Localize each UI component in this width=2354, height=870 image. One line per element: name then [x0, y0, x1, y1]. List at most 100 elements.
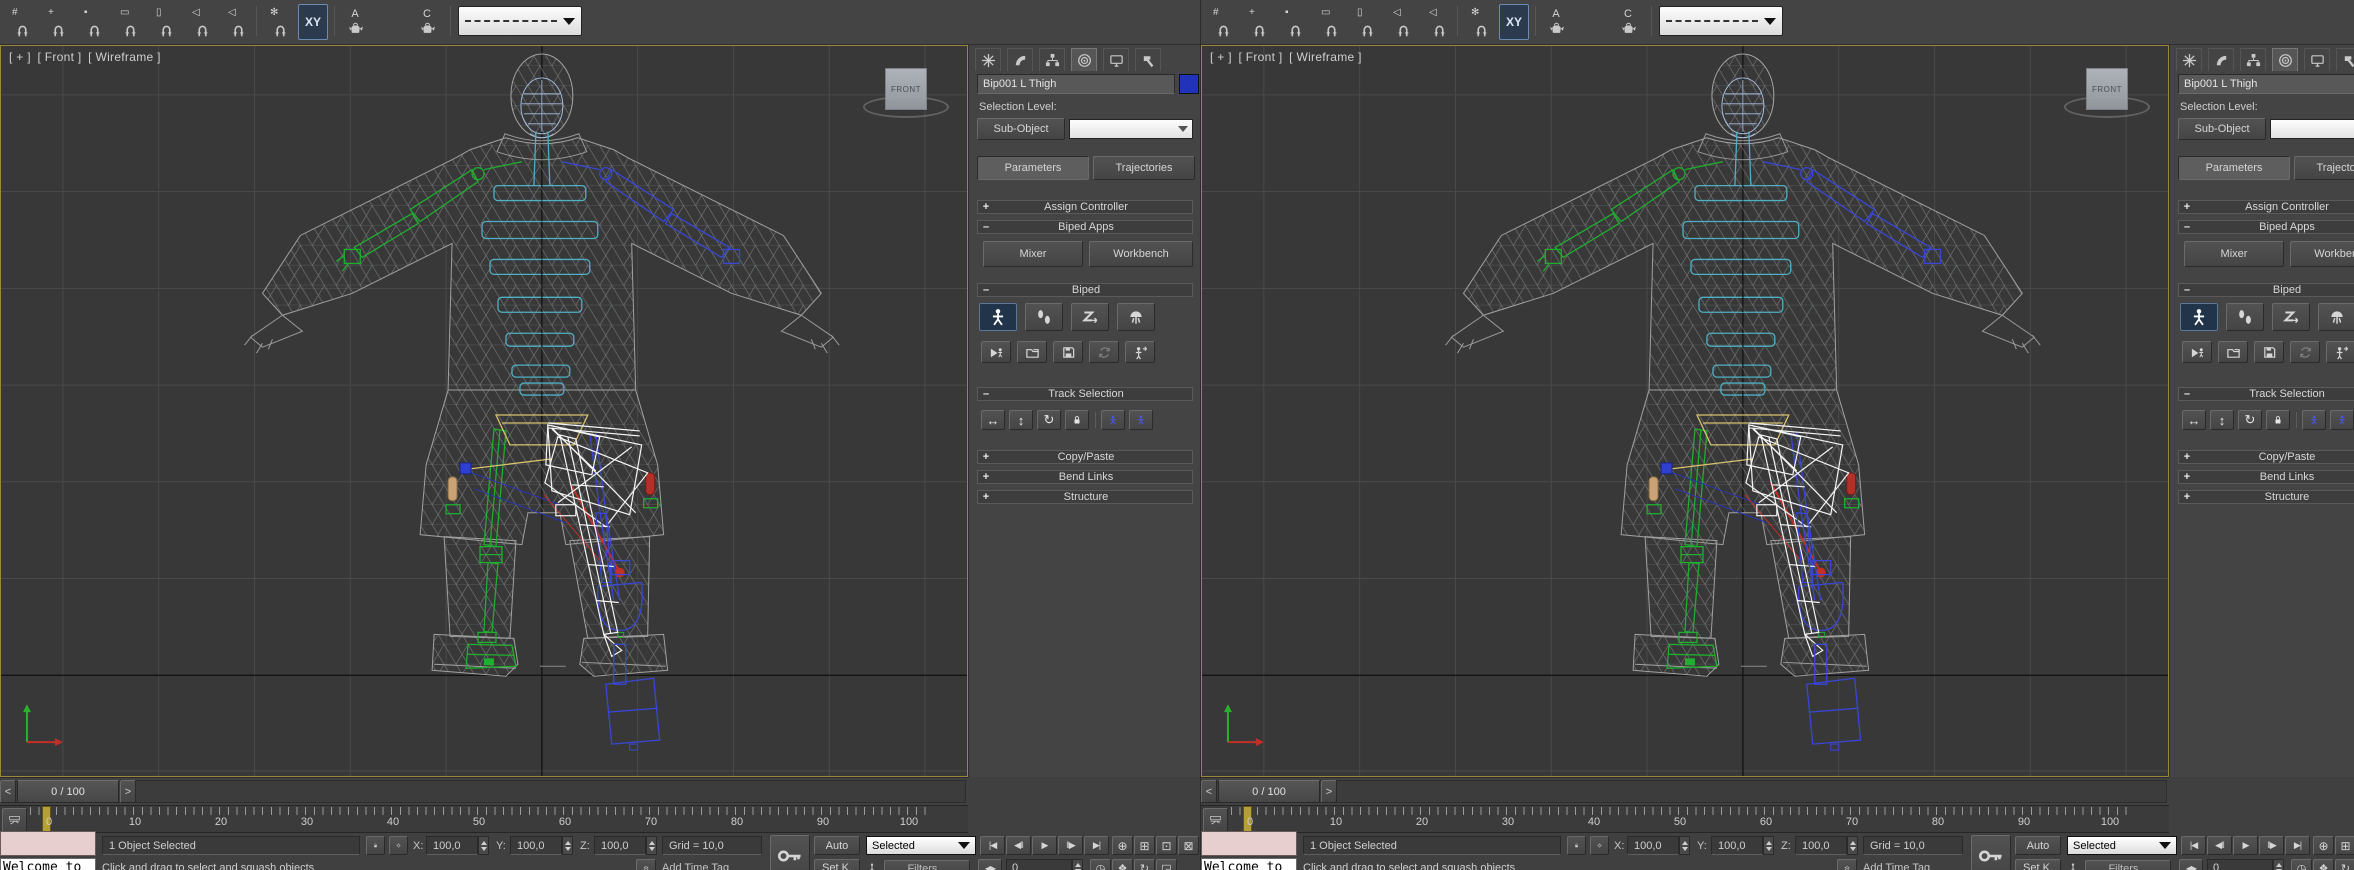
lock-com-keying-button[interactable] — [1065, 410, 1089, 430]
previous-frame-slider-button[interactable]: < — [0, 780, 16, 803]
motion-flow-mode-button[interactable] — [1071, 303, 1109, 331]
key-mode-toggle-button[interactable]: ◀▶ — [978, 859, 1002, 870]
maxscript-listener-output[interactable]: Welcome to — [1201, 858, 1297, 870]
snap-midpoint-button[interactable]: ▯ — [148, 4, 178, 40]
zoom-all-button[interactable]: ⊞ — [1134, 836, 1155, 855]
rollout-track-selection[interactable]: – Track Selection — [2178, 387, 2354, 401]
snap-vertex-button[interactable]: ▪ — [1277, 4, 1307, 40]
x-coordinate-field[interactable]: 100,0 — [426, 836, 478, 855]
xy-constraint-button[interactable]: XY — [298, 4, 328, 40]
set-key-button[interactable]: Set K. — [814, 859, 860, 870]
next-frame-button[interactable]: ‖▶ — [1058, 836, 1083, 855]
y-spinner[interactable] — [562, 836, 573, 855]
mixer-mode-button[interactable] — [2318, 303, 2354, 331]
current-frame-field[interactable]: 0 — [1006, 859, 1072, 870]
body-vertical-button[interactable]: ↕ — [1009, 410, 1033, 430]
time-configuration-button[interactable]: ◷ — [2291, 859, 2312, 870]
tab-display[interactable] — [2304, 48, 2330, 71]
isolate-selection-button[interactable] — [1837, 859, 1857, 870]
body-horizontal-button[interactable]: ↔ — [981, 410, 1005, 430]
viewport-menu-shading[interactable]: [ Wireframe ] — [88, 50, 161, 64]
snap-pivot-button[interactable]: + — [40, 4, 70, 40]
mini-curve-editor-button[interactable] — [2, 808, 27, 832]
y-spinner[interactable] — [1763, 836, 1774, 855]
selection-lock-button[interactable] — [1567, 836, 1586, 855]
absolute-relative-coords-button[interactable] — [1590, 836, 1609, 855]
auto-key-button[interactable]: Auto — [2015, 836, 2061, 855]
time-slider[interactable]: < 0 / 100 > — [0, 777, 968, 805]
x-spinner[interactable] — [478, 836, 489, 855]
trajectories-tab-button[interactable]: Trajectories — [1093, 156, 1195, 180]
figure-mode-button[interactable] — [979, 303, 1017, 331]
symmetrical-button[interactable] — [1101, 410, 1125, 430]
object-name-field[interactable]: Bip001 L Thigh — [977, 74, 1175, 94]
viewport-canvas[interactable] — [1202, 46, 2168, 776]
previous-frame-button[interactable]: ◀‖ — [1006, 836, 1031, 855]
set-keys-button[interactable] — [1971, 835, 2011, 870]
teapot-c-button[interactable]: C — [412, 4, 442, 40]
rollout-track-selection[interactable]: – Track Selection — [977, 387, 1193, 401]
selection-lock-button[interactable] — [366, 836, 385, 855]
x-coordinate-field[interactable]: 100,0 — [1627, 836, 1679, 855]
load-file-button[interactable] — [1017, 341, 1047, 363]
maxscript-listener-input[interactable] — [1201, 831, 1297, 856]
teapot-c-real[interactable] — [1577, 4, 1607, 40]
character-wireframe[interactable] — [1222, 52, 2042, 748]
zoom-all-button[interactable]: ⊞ — [2335, 836, 2354, 855]
viewport-canvas[interactable] — [1, 46, 967, 776]
trajectories-tab-button[interactable]: Trajectories — [2294, 156, 2354, 180]
next-frame-button[interactable]: ‖▶ — [2259, 836, 2284, 855]
snap-frozen-button[interactable]: ✻ — [262, 4, 292, 40]
save-file-button[interactable] — [1053, 341, 1083, 363]
rollout-structure[interactable]: + Structure — [2178, 490, 2354, 504]
orbit-button[interactable]: ↻ — [2335, 859, 2354, 870]
add-time-tag[interactable]: Add Time Tag — [662, 862, 729, 870]
move-all-mode-button[interactable] — [1125, 341, 1155, 363]
parameters-tab-button[interactable]: Parameters — [977, 156, 1089, 180]
rollout-assign-controller[interactable]: + Assign Controller — [977, 200, 1193, 214]
named-selection-set-dropdown[interactable] — [1659, 6, 1783, 36]
auto-key-button[interactable]: Auto — [814, 836, 860, 855]
rollout-copy-paste[interactable]: + Copy/Paste — [977, 450, 1193, 464]
tab-display[interactable] — [1103, 48, 1129, 71]
sub-object-level-dropdown[interactable] — [2270, 119, 2354, 139]
viewport-menu-view[interactable]: [ Front ] — [37, 50, 81, 64]
character-wireframe[interactable] — [21, 52, 841, 748]
snap-pivot-button[interactable]: + — [1241, 4, 1271, 40]
named-selection-set-dropdown[interactable] — [458, 6, 582, 36]
rollout-structure[interactable]: + Structure — [977, 490, 1193, 504]
zoom-button[interactable]: ⊕ — [2313, 836, 2334, 855]
mixer-button[interactable]: Mixer — [2184, 241, 2284, 267]
save-file-button[interactable] — [2254, 341, 2284, 363]
viewport-menu-general[interactable]: [ + ] — [1210, 50, 1232, 64]
snap-vertex-button[interactable]: ▪ — [76, 4, 106, 40]
maxscript-listener-input[interactable] — [0, 831, 96, 856]
time-slider[interactable]: < 0 / 100 > — [1201, 777, 2169, 805]
snap-face-center-button[interactable]: ◁ — [1421, 4, 1451, 40]
key-filters-button[interactable]: Filters... — [884, 860, 970, 870]
figure-mode-button[interactable] — [2180, 303, 2218, 331]
biped-playback-button[interactable] — [2182, 341, 2212, 363]
maxscript-listener-output[interactable]: Welcome to — [0, 858, 96, 870]
body-rotation-button[interactable]: ↻ — [1037, 410, 1061, 430]
object-color-swatch[interactable] — [1179, 74, 1199, 94]
time-slider-groove[interactable] — [1201, 780, 2167, 803]
tab-utilities[interactable] — [1135, 48, 1161, 71]
parameters-tab-button[interactable]: Parameters — [2178, 156, 2290, 180]
z-spinner[interactable] — [1847, 836, 1858, 855]
symmetrical-button[interactable] — [2302, 410, 2326, 430]
teapot-a-button[interactable]: A — [1541, 4, 1571, 40]
load-file-button[interactable] — [2218, 341, 2248, 363]
rollout-biped[interactable]: – Biped — [977, 283, 1193, 297]
frame-spinner[interactable] — [1072, 859, 1083, 870]
absolute-relative-coords-button[interactable] — [389, 836, 408, 855]
mixer-button[interactable]: Mixer — [983, 241, 1083, 267]
viewport-menu-view[interactable]: [ Front ] — [1238, 50, 1282, 64]
isolate-selection-button[interactable] — [636, 859, 656, 870]
selection-set-filter-dropdown[interactable]: Selected — [2067, 836, 2177, 855]
play-button[interactable]: ▶ — [2233, 836, 2258, 855]
go-to-start-button[interactable]: |◀ — [980, 836, 1005, 855]
rollout-bend-links[interactable]: + Bend Links — [2178, 470, 2354, 484]
time-slider-groove[interactable] — [0, 780, 966, 803]
snap-face-button[interactable]: ◁ — [1385, 4, 1415, 40]
